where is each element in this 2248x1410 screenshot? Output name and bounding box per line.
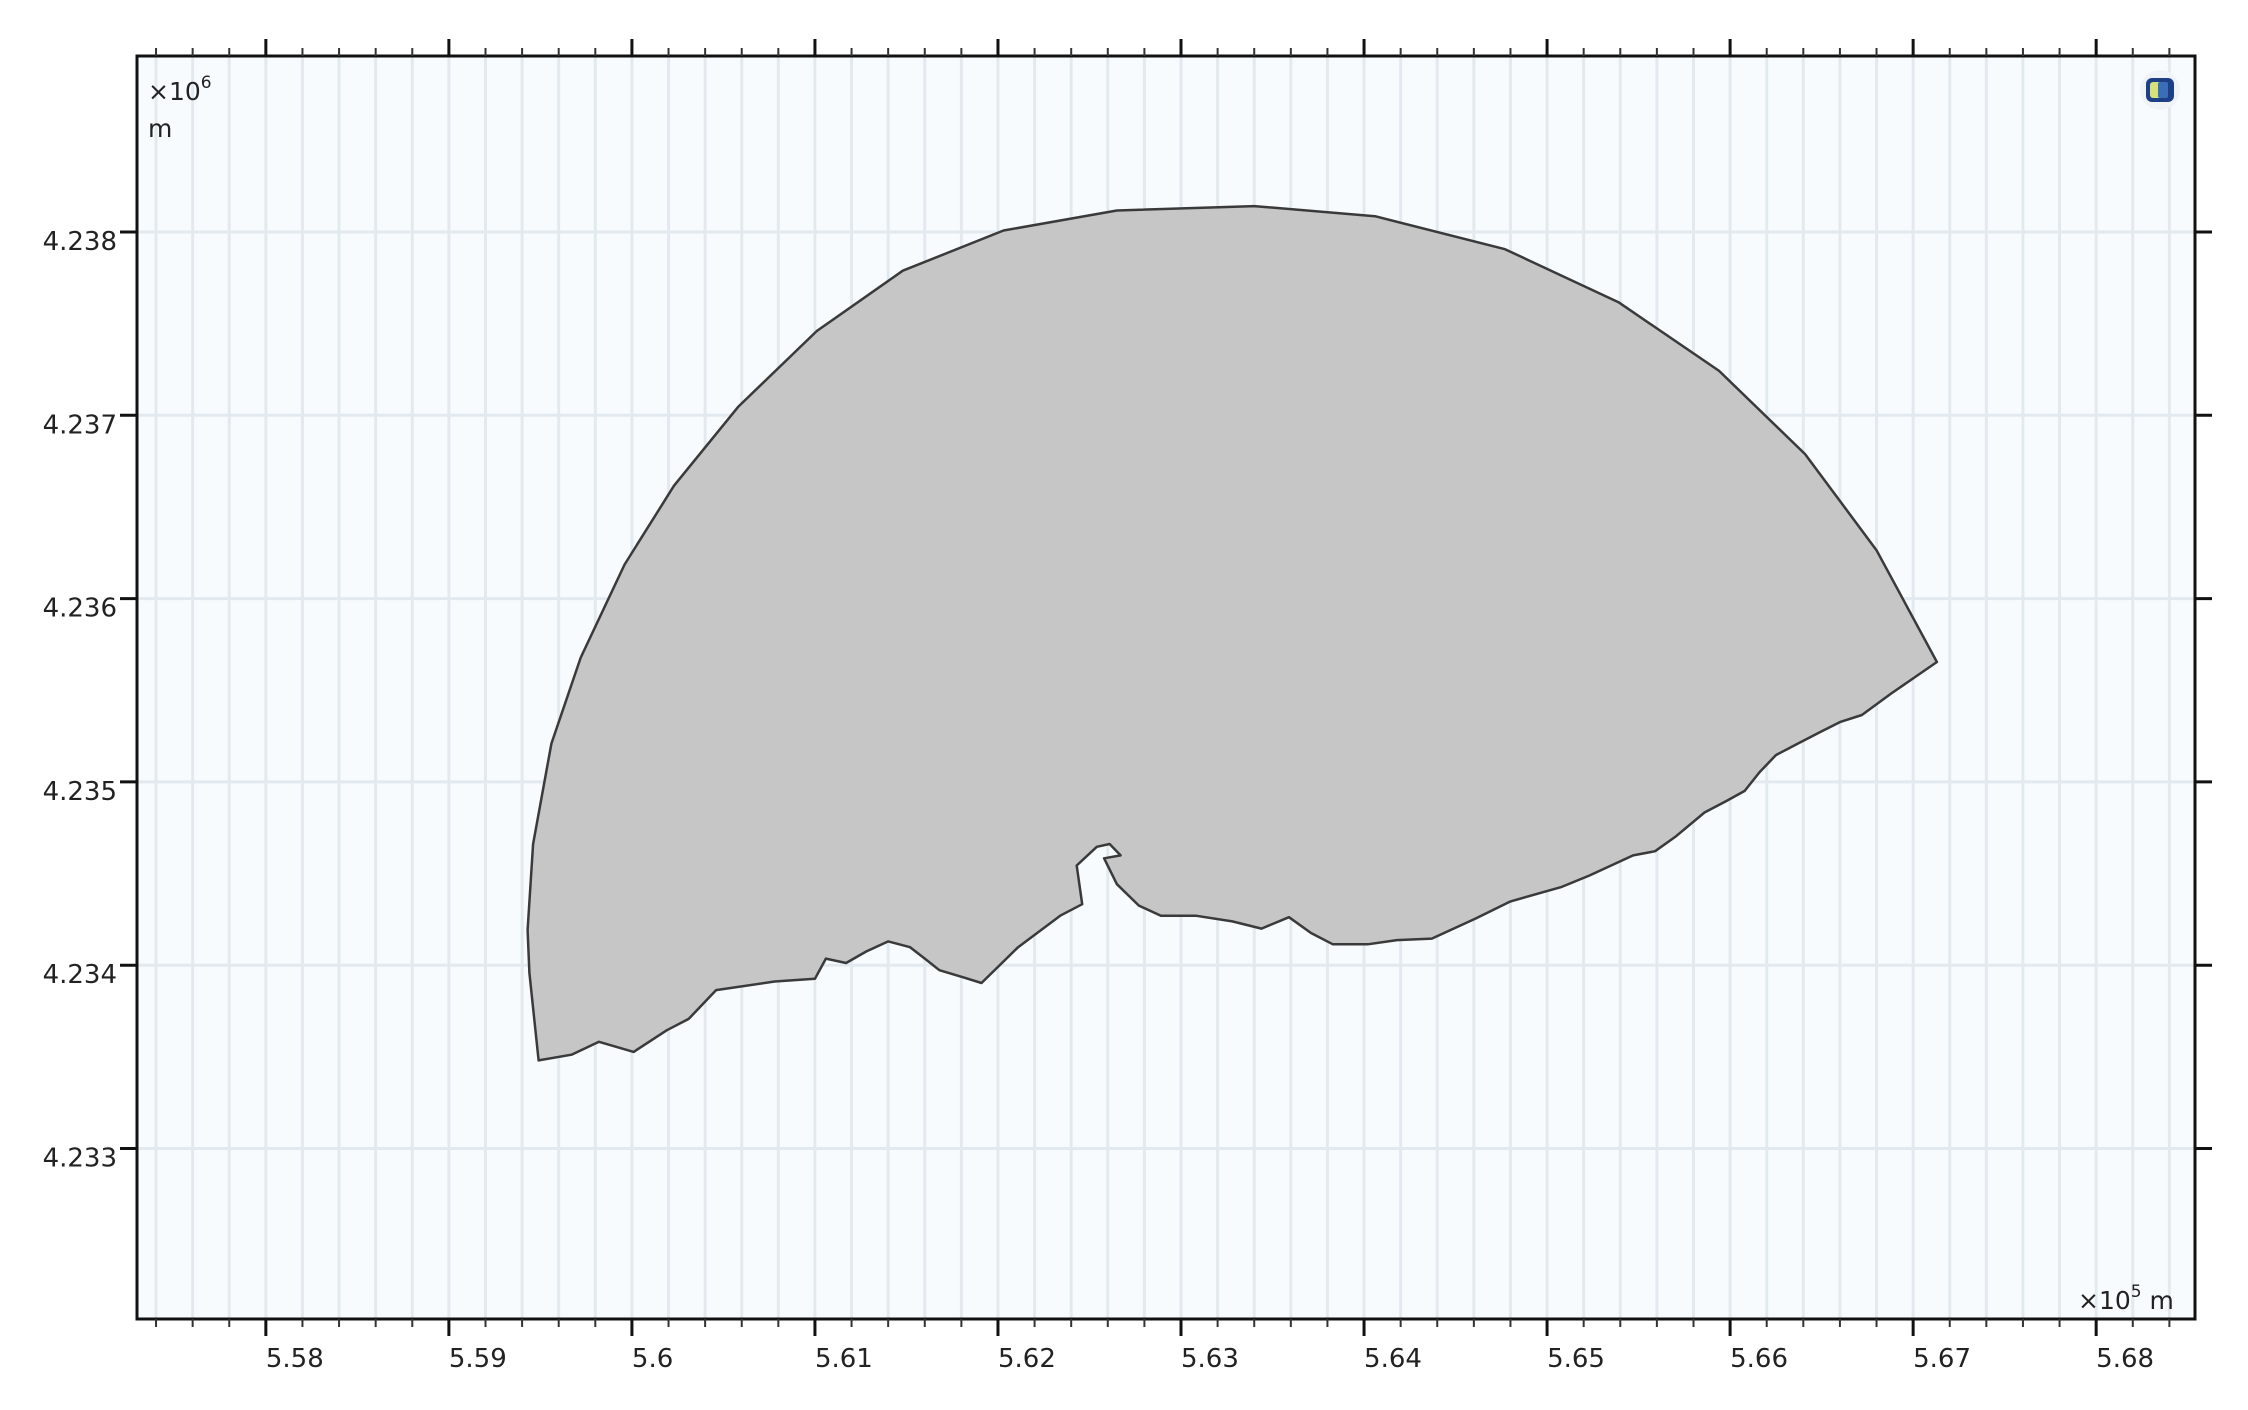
graphics-window-icon[interactable] xyxy=(2140,70,2180,110)
x-tick-label: 5.67 xyxy=(1913,1344,1971,1374)
x-scale-label: ×105 m xyxy=(2078,1282,2174,1315)
x-tick-label: 5.6 xyxy=(632,1344,673,1374)
x-tick-label: 5.65 xyxy=(1547,1344,1605,1374)
y-tick-label: 4.237 xyxy=(43,410,117,440)
y-tick-label: 4.234 xyxy=(43,960,117,990)
x-tick-label: 5.64 xyxy=(1364,1344,1422,1374)
x-tick-label: 5.61 xyxy=(815,1344,873,1374)
y-unit-label: m xyxy=(148,114,172,143)
x-tick-label: 5.62 xyxy=(998,1344,1056,1374)
y-tick-label: 4.236 xyxy=(43,594,117,624)
geometry-plot[interactable]: 5.58 5.59 5.6 5.61 5.62 5.63 5.64 5.65 5.66 5.67 5… xyxy=(0,0,2248,1410)
x-tick-label: 5.68 xyxy=(2096,1344,2154,1374)
x-tick-label: 5.59 xyxy=(449,1344,507,1374)
y-tick-label: 4.235 xyxy=(43,777,117,807)
x-tick-label: 5.58 xyxy=(266,1344,324,1374)
y-tick-label: 4.233 xyxy=(43,1144,117,1174)
x-tick-label: 5.63 xyxy=(1181,1344,1239,1374)
y-tick-label: 4.238 xyxy=(43,227,117,257)
x-tick-label: 5.66 xyxy=(1730,1344,1788,1374)
